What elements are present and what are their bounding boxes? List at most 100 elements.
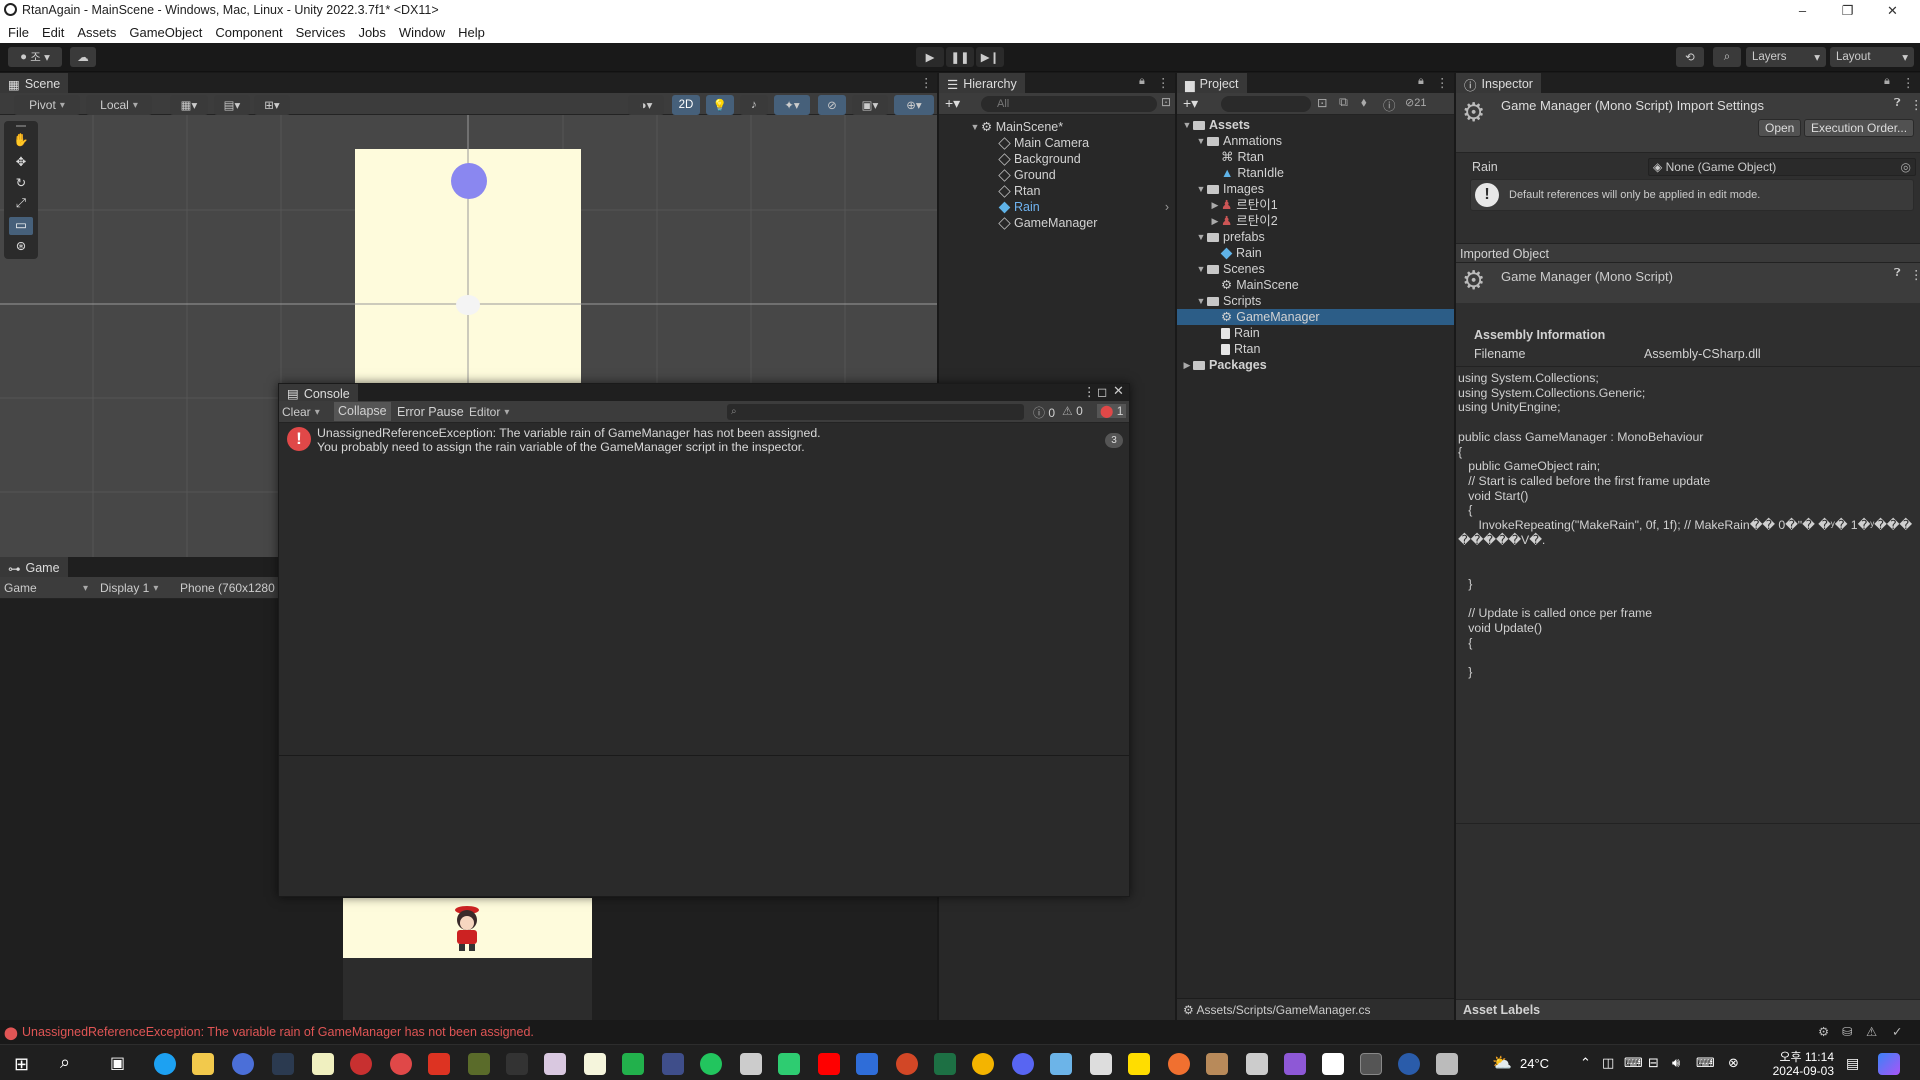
console-search-input[interactable]: ⌕ (727, 404, 1024, 420)
notes-icon[interactable] (312, 1053, 334, 1075)
folder-images[interactable]: ▼ Images (1177, 181, 1454, 197)
expand-arrow-icon[interactable]: ▼ (1181, 117, 1193, 133)
expand-arrow-icon[interactable]: ▶ (1181, 357, 1193, 373)
network-tray-icon[interactable]: ⊟ (1648, 1055, 1659, 1071)
m-app-icon[interactable] (506, 1053, 528, 1075)
volume-icon[interactable]: 🔊︎ (1672, 1055, 1680, 1071)
copilot-icon[interactable] (1878, 1053, 1900, 1075)
log-count-toggle[interactable]: ⓘ 0 (1033, 404, 1055, 421)
lighting-icon[interactable]: 💡 (706, 95, 734, 115)
asset-anim-rtan[interactable]: ⌘ Rtan (1177, 149, 1454, 165)
warning-count-toggle[interactable]: ⚠ 0 (1062, 404, 1083, 418)
visual-studio-icon[interactable] (1284, 1053, 1306, 1075)
anime-app-icon[interactable] (544, 1053, 566, 1075)
chrome-icon[interactable] (972, 1053, 994, 1075)
lock-icon[interactable]: 🔒︎ (1884, 75, 1890, 88)
tab-project[interactable]: ▆ Project (1177, 73, 1247, 93)
layers-dropdown[interactable]: Layers ▾ (1746, 47, 1826, 67)
collapse-toggle[interactable]: Collapse (334, 402, 391, 421)
hierarchy-item-main-camera[interactable]: Main Camera (939, 135, 1175, 151)
status-bar[interactable]: ⬤ UnassignedReferenceException: The vari… (0, 1020, 1920, 1044)
tab-console[interactable]: ▤ Console (279, 384, 358, 401)
teams-icon[interactable] (662, 1053, 684, 1075)
hand-tool-icon[interactable]: ✋ (9, 133, 33, 151)
display-dropdown[interactable]: Display 1 (100, 581, 158, 595)
clock-date[interactable]: 2024-09-03 (1758, 1064, 1834, 1078)
effects-icon[interactable]: ✦▾ (774, 95, 810, 115)
layout-dropdown[interactable]: Layout ▾ (1830, 47, 1914, 67)
folder-scripts[interactable]: ▼ Scripts (1177, 293, 1454, 309)
folder-anmations[interactable]: ▼ Anmations (1177, 133, 1454, 149)
resolution-dropdown[interactable]: Phone (760x1280 (180, 581, 275, 595)
game-app-icon[interactable] (350, 1053, 372, 1075)
lock-icon[interactable]: 🔒︎ (1139, 75, 1145, 88)
chevron-right-icon[interactable]: › (1165, 199, 1169, 215)
discord-icon[interactable] (1012, 1053, 1034, 1075)
hierarchy-item-rtan[interactable]: Rtan (939, 183, 1175, 199)
search-by-label-icon[interactable]: ⧉ (1339, 95, 1348, 110)
maximize-icon[interactable]: ❐ (1825, 0, 1870, 21)
chat-app-icon[interactable] (622, 1053, 644, 1075)
hierarchy-item-rain[interactable]: Rain › (939, 199, 1175, 215)
excel-icon[interactable] (934, 1053, 956, 1075)
hierarchy-item-gamemanager[interactable]: GameManager (939, 215, 1175, 231)
minimize-icon[interactable]: – (1780, 0, 1825, 21)
scale-tool-icon[interactable]: ⤢ (9, 196, 33, 214)
notification-icon[interactable]: ▤ (1846, 1055, 1859, 1072)
cache-icon[interactable]: ⛁ (1842, 1024, 1852, 1039)
expand-arrow-icon[interactable]: ▼ (1195, 293, 1207, 309)
scene-root[interactable]: ▼ ⚙ MainScene* (939, 119, 1175, 135)
check-icon[interactable]: ✓ (1892, 1024, 1902, 1039)
unity-hub-icon[interactable] (1090, 1053, 1112, 1075)
expand-arrow-icon[interactable]: ▼ (1195, 261, 1207, 277)
line-icon[interactable] (700, 1053, 722, 1075)
asset-image-1[interactable]: ▶ ♟ 르탄이1 (1177, 197, 1454, 213)
expand-arrow-icon[interactable]: ▼ (1195, 229, 1207, 245)
move-tool-icon[interactable]: ✥ (9, 154, 33, 172)
editor-dropdown[interactable]: Editor (469, 405, 509, 419)
header-more-icon[interactable]: ⋮ (1910, 97, 1920, 112)
asset-prefab-rain[interactable]: Rain (1177, 245, 1454, 261)
document-icon[interactable] (1322, 1053, 1344, 1075)
add-icon[interactable]: +▾ (945, 95, 960, 112)
search-icon[interactable]: ⌕ (60, 1052, 70, 1073)
local-dropdown[interactable]: Local (86, 95, 152, 115)
pivot-dropdown[interactable]: Pivot (14, 95, 80, 115)
project-search-input[interactable] (1221, 96, 1311, 112)
increment-snap-icon[interactable]: ⊞▾ (254, 95, 290, 115)
inspector-more-icon[interactable]: ⋮ (1902, 75, 1915, 90)
lock-icon[interactable]: 🔒︎ (1418, 75, 1424, 88)
history-icon[interactable]: ⟲ (1676, 47, 1704, 67)
hidden-packages-toggle[interactable]: ⊘21 (1405, 96, 1426, 109)
pause-button[interactable]: ❚❚ (946, 47, 974, 67)
account-button[interactable]: ● 조 ▾ (8, 47, 62, 67)
menu-help[interactable]: Help (458, 25, 485, 40)
tag-icon[interactable]: ⬧ (1361, 95, 1367, 110)
app-blue-icon[interactable] (1050, 1053, 1072, 1075)
help-icon[interactable]: ❓︎ (1894, 267, 1901, 280)
error-pause-toggle[interactable]: Error Pause (397, 405, 464, 419)
menu-file[interactable]: File (8, 25, 29, 40)
maximize-icon[interactable]: ◻ (1097, 384, 1107, 399)
expand-arrow-icon[interactable]: ▶ (1209, 213, 1221, 229)
game-controller-icon[interactable] (778, 1053, 800, 1075)
steam-icon[interactable] (272, 1053, 294, 1075)
cloud-icon[interactable]: ☁ (70, 47, 96, 67)
powerpoint-icon[interactable] (896, 1053, 918, 1075)
tray-chevron-icon[interactable]: ⌃ (1580, 1055, 1591, 1071)
network-icon[interactable]: ⚠ (1866, 1024, 1877, 1039)
tab-hierarchy[interactable]: ☰ Hierarchy (939, 73, 1025, 93)
g-app-icon[interactable] (428, 1053, 450, 1075)
app-red-icon[interactable] (390, 1053, 412, 1075)
asset-image-2[interactable]: ▶ ♟ 르탄이2 (1177, 213, 1454, 229)
transform-tool-icon[interactable]: ⊛ (9, 238, 33, 256)
draw-mode-icon[interactable]: ◑▾ (628, 95, 664, 115)
keyboard-icon[interactable]: ⌨ (1696, 1055, 1715, 1071)
ime-icon[interactable]: ⌨ (1624, 1055, 1643, 1071)
hierarchy-search-input[interactable]: All (981, 96, 1157, 112)
kakaotalk-icon[interactable] (1128, 1053, 1150, 1075)
asset-script-rain[interactable]: Rain (1177, 325, 1454, 341)
tab-game[interactable]: ⊶ Game (0, 557, 68, 577)
execution-order-button[interactable]: Execution Order... (1804, 119, 1915, 137)
error-count-toggle[interactable]: ⬤ 1 (1097, 404, 1127, 418)
